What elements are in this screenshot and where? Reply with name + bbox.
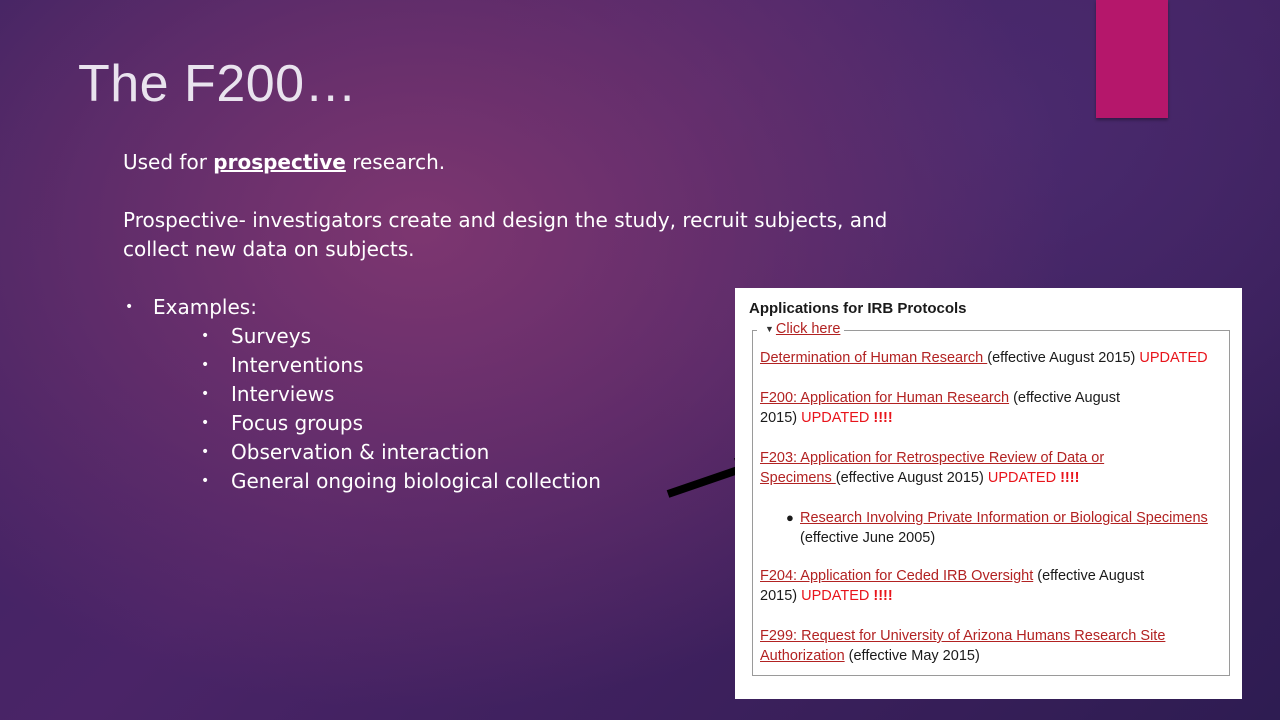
status-badge: UPDATED (987, 470, 1057, 486)
determination-link[interactable]: Determination of Human Research (760, 350, 987, 366)
status-badge: UPDATED (801, 410, 870, 426)
private-info-link[interactable]: Research Involving Private Information o… (800, 510, 1208, 526)
irb-screenshot-panel: Applications for IRB Protocols ▼ Click he… (735, 288, 1242, 699)
f299-link-continued[interactable]: Authorization (760, 648, 845, 664)
irb-item-f204: F204: Application for Ceded IRB Oversigh… (760, 568, 1145, 604)
definition-line-2: collect new data on subjects. (123, 237, 415, 261)
slide-title: The F200… (78, 55, 358, 113)
status-badge: UPDATED (1139, 350, 1208, 366)
prospective-emphasis: prospective (213, 150, 346, 174)
click-here-toggle[interactable]: ▼ Click here (757, 321, 845, 337)
caret-down-icon: ▼ (765, 324, 774, 334)
f203-link[interactable]: F203: Application for Retrospective Revi… (760, 450, 1104, 466)
intro-line: Used for prospective research. (123, 150, 446, 174)
irb-item-determination: Determination of Human Research (effecti… (760, 350, 1208, 366)
irb-item-f200: F200: Application for Human Research (ef… (760, 390, 1121, 426)
f200-link[interactable]: F200: Application for Human Research (760, 390, 1009, 406)
irb-item-f203: F203: Application for Retrospective Revi… (760, 450, 1105, 486)
irb-heading: Applications for IRB Protocols (749, 300, 967, 317)
status-badge: UPDATED (801, 588, 870, 604)
definition-line-1: Prospective- investigators create and de… (123, 208, 888, 232)
irb-links-list: Determination of Human Research (effecti… (760, 348, 1220, 666)
irb-item-private-info: ● Research Involving Private Information… (786, 510, 1208, 546)
f299-link[interactable]: F299: Request for University of Arizona … (760, 628, 1165, 644)
irb-item-f299: F299: Request for University of Arizona … (760, 628, 1166, 664)
accent-bar (1096, 0, 1168, 118)
bullet-icon: ● (786, 510, 794, 525)
click-here-link[interactable]: Click here (776, 321, 840, 337)
f203-link-continued[interactable]: Specimens (760, 470, 836, 486)
f204-link[interactable]: F204: Application for Ceded IRB Oversigh… (760, 568, 1033, 584)
